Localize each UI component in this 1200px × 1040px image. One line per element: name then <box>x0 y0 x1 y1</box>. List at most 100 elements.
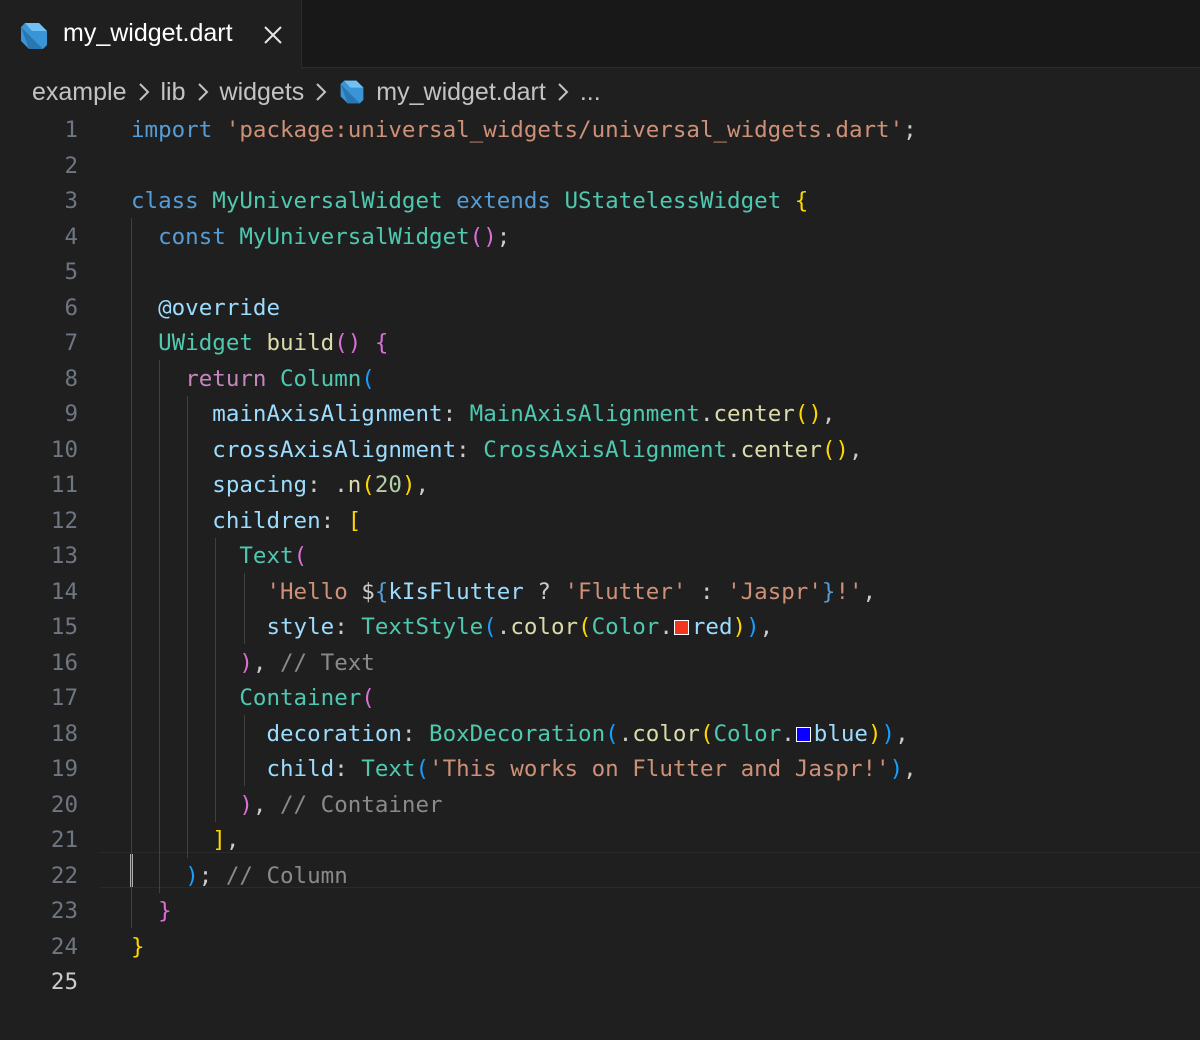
chevron-right-icon <box>197 83 208 101</box>
line-number: 23 <box>50 898 78 924</box>
code-line[interactable]: 'Hello ${kIsFlutter ? 'Flutter' : 'Jaspr… <box>131 575 876 611</box>
dart-file-icon <box>340 80 364 104</box>
code-token: ( <box>293 543 308 569</box>
code-token: blue <box>813 720 868 747</box>
line-number: 21 <box>50 827 78 853</box>
code-token: , <box>895 720 909 747</box>
code-token: () <box>334 330 362 356</box>
code-token: const <box>158 223 226 250</box>
line-number: 4 <box>64 223 78 250</box>
code-token: kIsFlutter <box>388 578 524 605</box>
code-token: . <box>618 720 633 747</box>
code-token: . <box>496 614 511 640</box>
code-line[interactable]: ), // Text <box>131 646 375 682</box>
code-line[interactable]: class MyUniversalWidget extends UStatele… <box>131 184 808 220</box>
code-token: ) <box>239 649 253 676</box>
code-token: ( <box>361 472 375 498</box>
close-icon[interactable] <box>261 23 285 47</box>
code-line[interactable]: import 'package:universal_widgets/univer… <box>131 113 917 149</box>
code-line[interactable]: @override <box>131 291 280 327</box>
code-token: ) <box>889 756 904 782</box>
code-token: ( <box>605 720 619 747</box>
breadcrumb-item-symbols[interactable]: ... <box>580 78 601 107</box>
line-number: 6 <box>64 294 78 321</box>
code-line[interactable]: ], <box>131 823 239 859</box>
code-token: ) <box>401 472 416 498</box>
code-token: decoration <box>266 720 402 747</box>
dart-file-icon <box>21 23 47 49</box>
breadcrumb-item-example[interactable]: example <box>32 78 127 107</box>
code-token: 'Hello <box>266 578 362 605</box>
code-line[interactable]: style: TextStyle(.color(Color. red)), <box>131 610 773 646</box>
code-token: Text <box>239 543 294 569</box>
breadcrumb-item-file[interactable]: my_widget.dart <box>376 78 546 107</box>
code-token: } <box>131 933 145 960</box>
code-token: CrossAxisAlignment <box>483 436 728 463</box>
code-line[interactable]: spacing: .n(20), <box>131 468 429 504</box>
code-line[interactable]: children: [ <box>131 504 361 540</box>
code-token: Text <box>361 756 416 782</box>
code-token: import <box>131 117 213 143</box>
code-token: : <box>686 578 728 605</box>
code-token: ; <box>496 223 511 250</box>
code-line[interactable]: } <box>131 930 145 966</box>
code-token: [ <box>347 507 362 534</box>
code-token: , <box>759 614 774 640</box>
code-token: , <box>252 791 281 818</box>
code-line[interactable]: } <box>131 894 172 930</box>
code-token: ( <box>699 720 714 747</box>
chevron-right-icon <box>558 83 569 101</box>
line-number: 1 <box>64 117 78 143</box>
code-editor[interactable]: 1 2 3 4 5 6 7 8 9 10 11 12 13 14 15 16 17 18 19 20 21 22 23 24 2… <box>0 112 1200 1040</box>
code-token: . <box>659 614 673 640</box>
code-line[interactable]: ); // Column <box>131 859 348 895</box>
line-number: 15 <box>50 614 78 640</box>
code-token: ) <box>185 862 199 889</box>
tab-my-widget-dart[interactable]: my_widget.dart <box>0 0 302 69</box>
code-token: () <box>794 401 822 427</box>
code-line[interactable]: UWidget build() { <box>131 326 388 362</box>
code-token: 'This works on Flutter and Jaspr!' <box>429 756 890 782</box>
color-swatch-icon[interactable] <box>673 620 689 635</box>
code-token: , <box>903 756 917 782</box>
code-token: @override <box>158 294 281 321</box>
code-token: // Text <box>280 649 375 676</box>
line-number: 2 <box>64 152 78 179</box>
code-token: extends <box>456 188 551 214</box>
line-number: 17 <box>50 685 78 711</box>
code-line[interactable]: ), // Container <box>131 788 443 824</box>
breadcrumb-item-widgets[interactable]: widgets <box>220 78 305 107</box>
code-line[interactable]: return Column( <box>131 362 375 398</box>
code-line[interactable]: decoration: BoxDecoration(.color(Color. b… <box>131 717 909 753</box>
code-line[interactable]: Text( <box>131 539 307 575</box>
code-token: Color <box>713 720 782 747</box>
code-token: // Container <box>280 791 443 818</box>
tab-bar: my_widget.dart <box>0 0 1200 69</box>
code-token: 20 <box>374 472 402 498</box>
code-token: ) <box>746 614 760 640</box>
code-line[interactable]: child: Text('This works on Flutter and J… <box>131 752 917 788</box>
breadcrumb-item-lib[interactable]: lib <box>161 78 186 107</box>
code-token: Column <box>280 365 362 392</box>
code-token: Container <box>239 685 362 711</box>
code-line[interactable]: Container( <box>131 681 374 717</box>
code-token: ) <box>881 720 896 747</box>
code-token: UStatelessWidget <box>564 188 782 214</box>
code-line[interactable]: const MyUniversalWidget(); <box>131 220 510 256</box>
color-swatch-icon[interactable] <box>795 726 811 742</box>
code-line[interactable]: crossAxisAlignment: CrossAxisAlignment.c… <box>131 433 862 469</box>
code-line[interactable]: mainAxisAlignment: MainAxisAlignment.cen… <box>131 397 835 433</box>
code-token: : <box>442 401 470 427</box>
